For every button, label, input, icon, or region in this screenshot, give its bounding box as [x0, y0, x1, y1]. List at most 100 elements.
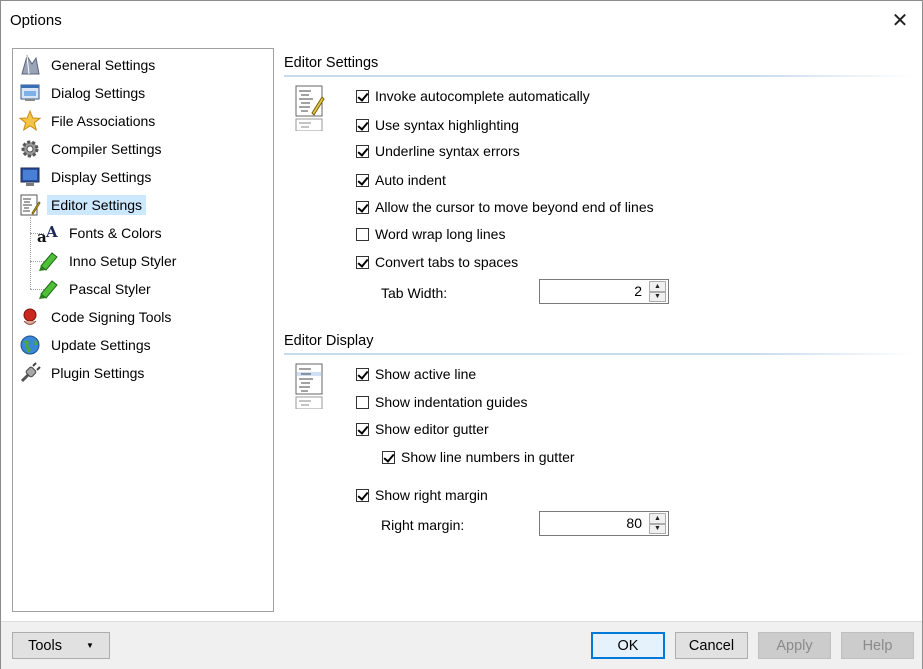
tree-item-inno-setup-styler[interactable]: Inno Setup Styler: [36, 249, 180, 273]
show-editor-gutter-checkbox[interactable]: Show editor gutter: [356, 421, 489, 437]
tab-width-value[interactable]: 2: [634, 283, 642, 299]
tab-width-label: Tab Width:: [381, 285, 448, 301]
tree-item-code-signing-tools[interactable]: Code Signing Tools: [18, 305, 175, 329]
checkbox-box[interactable]: [356, 144, 369, 158]
tree-item-general-settings[interactable]: General Settings: [18, 53, 159, 77]
checkbox-box[interactable]: [356, 200, 369, 214]
tree-item-label: Update Settings: [51, 337, 151, 353]
tab-width-spinner[interactable]: 2 ▲ ▼: [539, 279, 669, 304]
dropdown-caret-icon: ▼: [85, 641, 94, 650]
globe-icon: [18, 333, 42, 357]
tree-item-compiler-settings[interactable]: Compiler Settings: [18, 137, 166, 161]
editor-settings-icon: [295, 85, 325, 132]
tree-item-label: Display Settings: [51, 169, 152, 185]
svg-text:A: A: [45, 223, 58, 241]
font-icon: aA: [36, 221, 60, 245]
tree-item-label: Dialog Settings: [51, 85, 146, 101]
checkbox-box[interactable]: [356, 488, 369, 502]
help-button[interactable]: Help: [841, 632, 914, 659]
highlighter-icon: [36, 277, 60, 301]
checkbox-label: Show editor gutter: [375, 421, 489, 437]
button-bar: Tools ▼ OK Cancel Apply Help: [1, 621, 922, 669]
checkbox-box[interactable]: [356, 367, 369, 381]
right-margin-spinner[interactable]: 80 ▲ ▼: [539, 511, 669, 536]
word-wrap-checkbox[interactable]: Word wrap long lines: [356, 226, 505, 242]
right-margin-value[interactable]: 80: [626, 515, 642, 531]
checkbox-label: Underline syntax errors: [375, 143, 520, 159]
right-margin-label: Right margin:: [381, 517, 465, 533]
checkbox-box[interactable]: [356, 255, 369, 269]
tree-item-label: Inno Setup Styler: [69, 253, 177, 269]
tree-item-editor-settings[interactable]: Editor Settings: [18, 193, 147, 217]
checkbox-box[interactable]: [356, 422, 369, 436]
checkbox-label: Allow the cursor to move beyond end of l…: [375, 199, 654, 215]
tree-item-dialog-settings[interactable]: Dialog Settings: [18, 81, 149, 105]
title-bar: Options ✕: [1, 1, 922, 39]
seal-icon: [18, 305, 42, 329]
apply-button-label: Apply: [776, 637, 813, 654]
editor-display-title: Editor Display: [284, 333, 374, 349]
tree-item-label: Code Signing Tools: [51, 309, 172, 325]
editor-settings-title: Editor Settings: [284, 55, 379, 71]
checkbox-label: Show indentation guides: [375, 394, 528, 410]
tools-dropdown-button[interactable]: Tools ▼: [12, 632, 110, 659]
show-indentation-guides-checkbox[interactable]: Show indentation guides: [356, 394, 528, 410]
gear-icon: [18, 137, 42, 161]
options-dialog: Options ✕ General Settings Dialog Settin…: [0, 0, 923, 669]
checkbox-box[interactable]: [356, 227, 369, 241]
checkbox-box[interactable]: [356, 173, 369, 187]
tree-item-display-settings[interactable]: Display Settings: [18, 165, 155, 189]
tree-item-update-settings[interactable]: Update Settings: [18, 333, 155, 357]
monitor-icon: [18, 165, 42, 189]
checkbox-label: Show line numbers in gutter: [401, 449, 575, 465]
ok-button[interactable]: OK: [591, 632, 665, 659]
checkbox-label: Word wrap long lines: [375, 226, 506, 242]
window-title: Options: [10, 12, 62, 29]
cancel-button-label: Cancel: [688, 637, 735, 654]
tree-item-label: Plugin Settings: [51, 365, 145, 381]
underline-errors-checkbox[interactable]: Underline syntax errors: [356, 143, 520, 159]
help-button-label: Help: [862, 637, 893, 654]
show-line-numbers-checkbox[interactable]: Show line numbers in gutter: [382, 449, 575, 465]
spin-up-icon[interactable]: ▲: [649, 281, 666, 292]
show-right-margin-checkbox[interactable]: Show right margin: [356, 487, 488, 503]
dialog-window-icon: [18, 81, 42, 105]
cancel-button[interactable]: Cancel: [675, 632, 748, 659]
checkbox-label: Use syntax highlighting: [375, 117, 519, 133]
syntax-highlighting-checkbox[interactable]: Use syntax highlighting: [356, 117, 519, 133]
tree-item-label: File Associations: [51, 113, 156, 129]
ok-button-label: OK: [617, 637, 639, 654]
checkbox-box[interactable]: [382, 450, 395, 464]
tree-item-label: Editor Settings: [47, 195, 147, 215]
tree-item-plugin-settings[interactable]: Plugin Settings: [18, 361, 148, 385]
show-active-line-checkbox[interactable]: Show active line: [356, 366, 476, 382]
invoke-autocomplete-checkbox[interactable]: Invoke autocomplete automatically: [356, 88, 590, 104]
settings-tree[interactable]: General Settings Dialog Settings File As…: [12, 48, 274, 612]
tree-item-pascal-styler[interactable]: Pascal Styler: [36, 277, 155, 301]
checkbox-label: Convert tabs to spaces: [375, 254, 519, 270]
checkbox-box[interactable]: [356, 118, 369, 132]
checkbox-label: Invoke autocomplete automatically: [375, 88, 590, 104]
editor-document-icon: [18, 193, 42, 217]
convert-tabs-checkbox[interactable]: Convert tabs to spaces: [356, 254, 518, 270]
checkbox-box[interactable]: [356, 395, 369, 409]
cursor-beyond-eol-checkbox[interactable]: Allow the cursor to move beyond end of l…: [356, 199, 654, 215]
close-icon[interactable]: ✕: [886, 7, 914, 33]
tree-item-label: Pascal Styler: [69, 281, 151, 297]
tree-item-label: Fonts & Colors: [69, 225, 162, 241]
section-separator: [284, 353, 914, 355]
spin-up-icon[interactable]: ▲: [649, 513, 666, 524]
spin-down-icon[interactable]: ▼: [649, 523, 666, 534]
apply-button[interactable]: Apply: [758, 632, 831, 659]
spin-down-icon[interactable]: ▼: [649, 291, 666, 302]
general-settings-icon: [18, 53, 42, 77]
tree-item-fonts-colors[interactable]: aA Fonts & Colors: [36, 221, 166, 245]
tree-item-label: General Settings: [51, 57, 156, 73]
section-separator: [284, 75, 914, 77]
tree-item-file-associations[interactable]: File Associations: [18, 109, 159, 133]
checkbox-label: Show active line: [375, 366, 477, 382]
tools-button-label: Tools: [28, 637, 62, 654]
auto-indent-checkbox[interactable]: Auto indent: [356, 172, 446, 188]
highlighter-icon: [36, 249, 60, 273]
checkbox-box[interactable]: [356, 89, 369, 103]
